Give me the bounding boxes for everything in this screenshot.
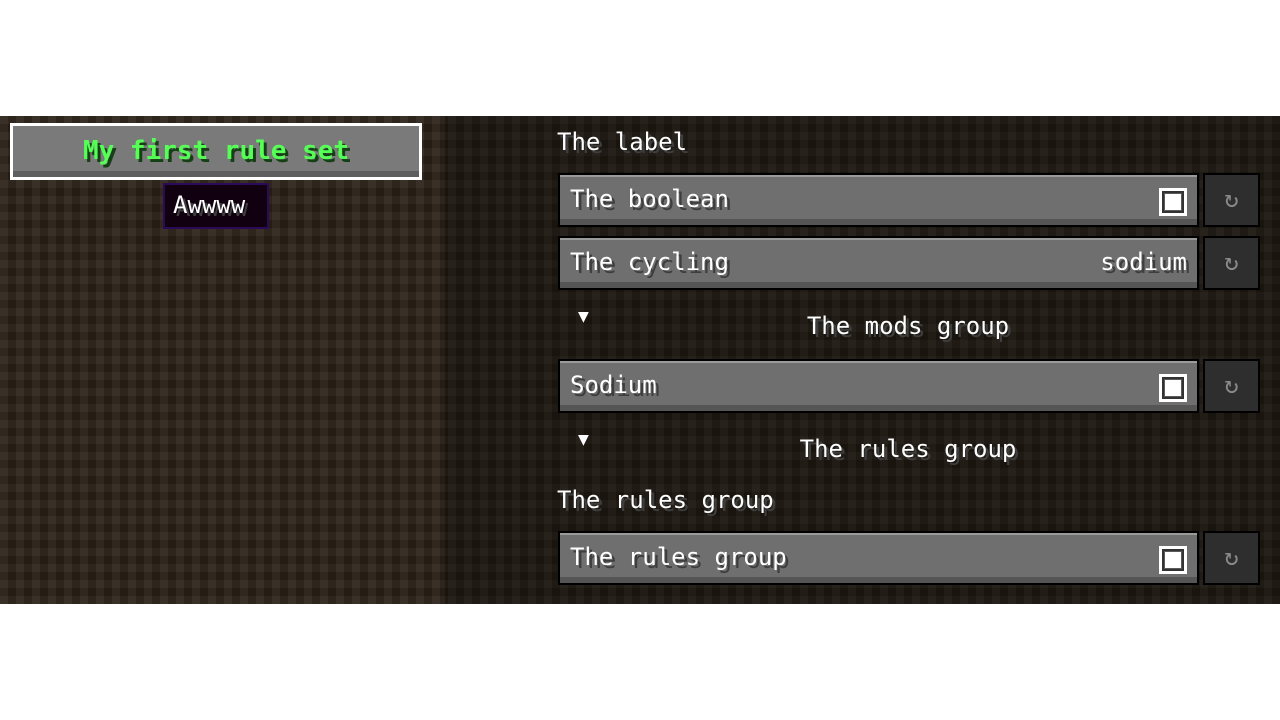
reset-icon[interactable]: ↻: [1205, 533, 1258, 583]
arrow-down-icon[interactable]: ▼: [578, 306, 589, 327]
rules-group-label: The rules group: [557, 486, 774, 514]
rule-set-list: My first rule set Awwww: [0, 116, 445, 604]
rules-group-header[interactable]: The rules group: [600, 435, 1216, 463]
row-value: sodium: [1100, 248, 1187, 276]
screen-background: My first rule set Awwww The label The bo…: [0, 116, 1280, 604]
rule-set-title: My first rule set: [82, 136, 350, 166]
tooltip-text: Awwww: [173, 191, 246, 219]
row-label: The cycling: [570, 248, 729, 276]
checkbox-checked-icon[interactable]: [1159, 546, 1187, 574]
checkbox-checked-icon[interactable]: [1159, 374, 1187, 402]
mods-group-header[interactable]: The mods group: [600, 312, 1216, 340]
tooltip: Awwww: [163, 183, 269, 229]
row-label: The boolean: [570, 185, 729, 213]
boolean-toggle[interactable]: The boolean: [560, 175, 1197, 225]
row-label: Sodium: [570, 371, 657, 399]
cycling-button[interactable]: The cycling sodium: [560, 238, 1197, 288]
arrow-down-icon[interactable]: ▼: [578, 429, 589, 450]
reset-icon[interactable]: ↻: [1205, 238, 1258, 288]
sodium-toggle[interactable]: Sodium: [560, 361, 1197, 411]
reset-icon[interactable]: ↻: [1205, 175, 1258, 225]
checkbox-checked-icon[interactable]: [1159, 188, 1187, 216]
rule-set-button[interactable]: My first rule set: [10, 123, 422, 180]
section-label: The label: [557, 128, 688, 156]
reset-icon[interactable]: ↻: [1205, 361, 1258, 411]
rules-group-toggle[interactable]: The rules group: [560, 533, 1197, 583]
row-label: The rules group: [570, 543, 787, 571]
